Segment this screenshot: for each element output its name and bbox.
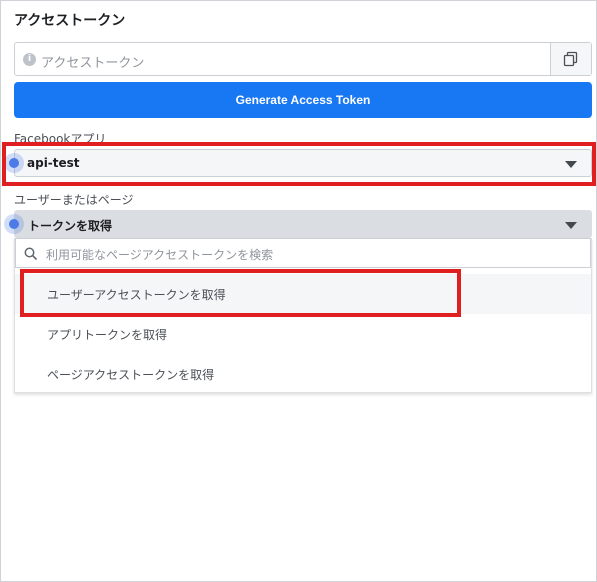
facebook-app-select[interactable]: api-test (14, 149, 592, 177)
token-search-placeholder: 利用可能なページアクセストークンを検索 (46, 248, 274, 262)
option-label: アプリトークンを取得 (47, 328, 168, 342)
token-dropdown-menu: 利用可能なページアクセストークンを検索 ユーザーアクセストークンを取得 アプリト… (14, 238, 592, 393)
generate-access-token-button[interactable]: Generate Access Token (14, 82, 592, 118)
token-search-input[interactable]: 利用可能なページアクセストークンを検索 (15, 238, 591, 268)
option-get-user-access-token[interactable]: ユーザーアクセストークンを取得 (15, 274, 591, 314)
user-or-page-label: ユーザーまたはページ (14, 193, 134, 207)
cursor-indicator (9, 219, 19, 229)
info-icon: i (23, 53, 36, 66)
copy-icon (563, 51, 578, 67)
user-or-page-value: トークンを取得 (28, 219, 113, 233)
option-label: ユーザーアクセストークンを取得 (47, 288, 226, 302)
facebook-app-label: Facebookアプリ (14, 132, 107, 146)
cursor-indicator (9, 158, 19, 168)
option-label: ページアクセストークンを取得 (47, 368, 215, 382)
facebook-app-value: api-test (27, 156, 80, 170)
access-token-field[interactable]: i アクセストークン (14, 42, 592, 76)
chevron-down-icon (565, 222, 577, 229)
user-or-page-select[interactable]: トークンを取得 (14, 210, 592, 238)
access-token-placeholder: アクセストークン (41, 56, 145, 71)
option-get-page-access-token[interactable]: ページアクセストークンを取得 (15, 354, 591, 394)
option-get-app-token[interactable]: アプリトークンを取得 (15, 314, 591, 354)
chevron-down-icon (565, 161, 577, 168)
search-icon (24, 247, 38, 261)
page-title: アクセストークン (14, 13, 126, 29)
copy-button[interactable] (550, 43, 591, 75)
